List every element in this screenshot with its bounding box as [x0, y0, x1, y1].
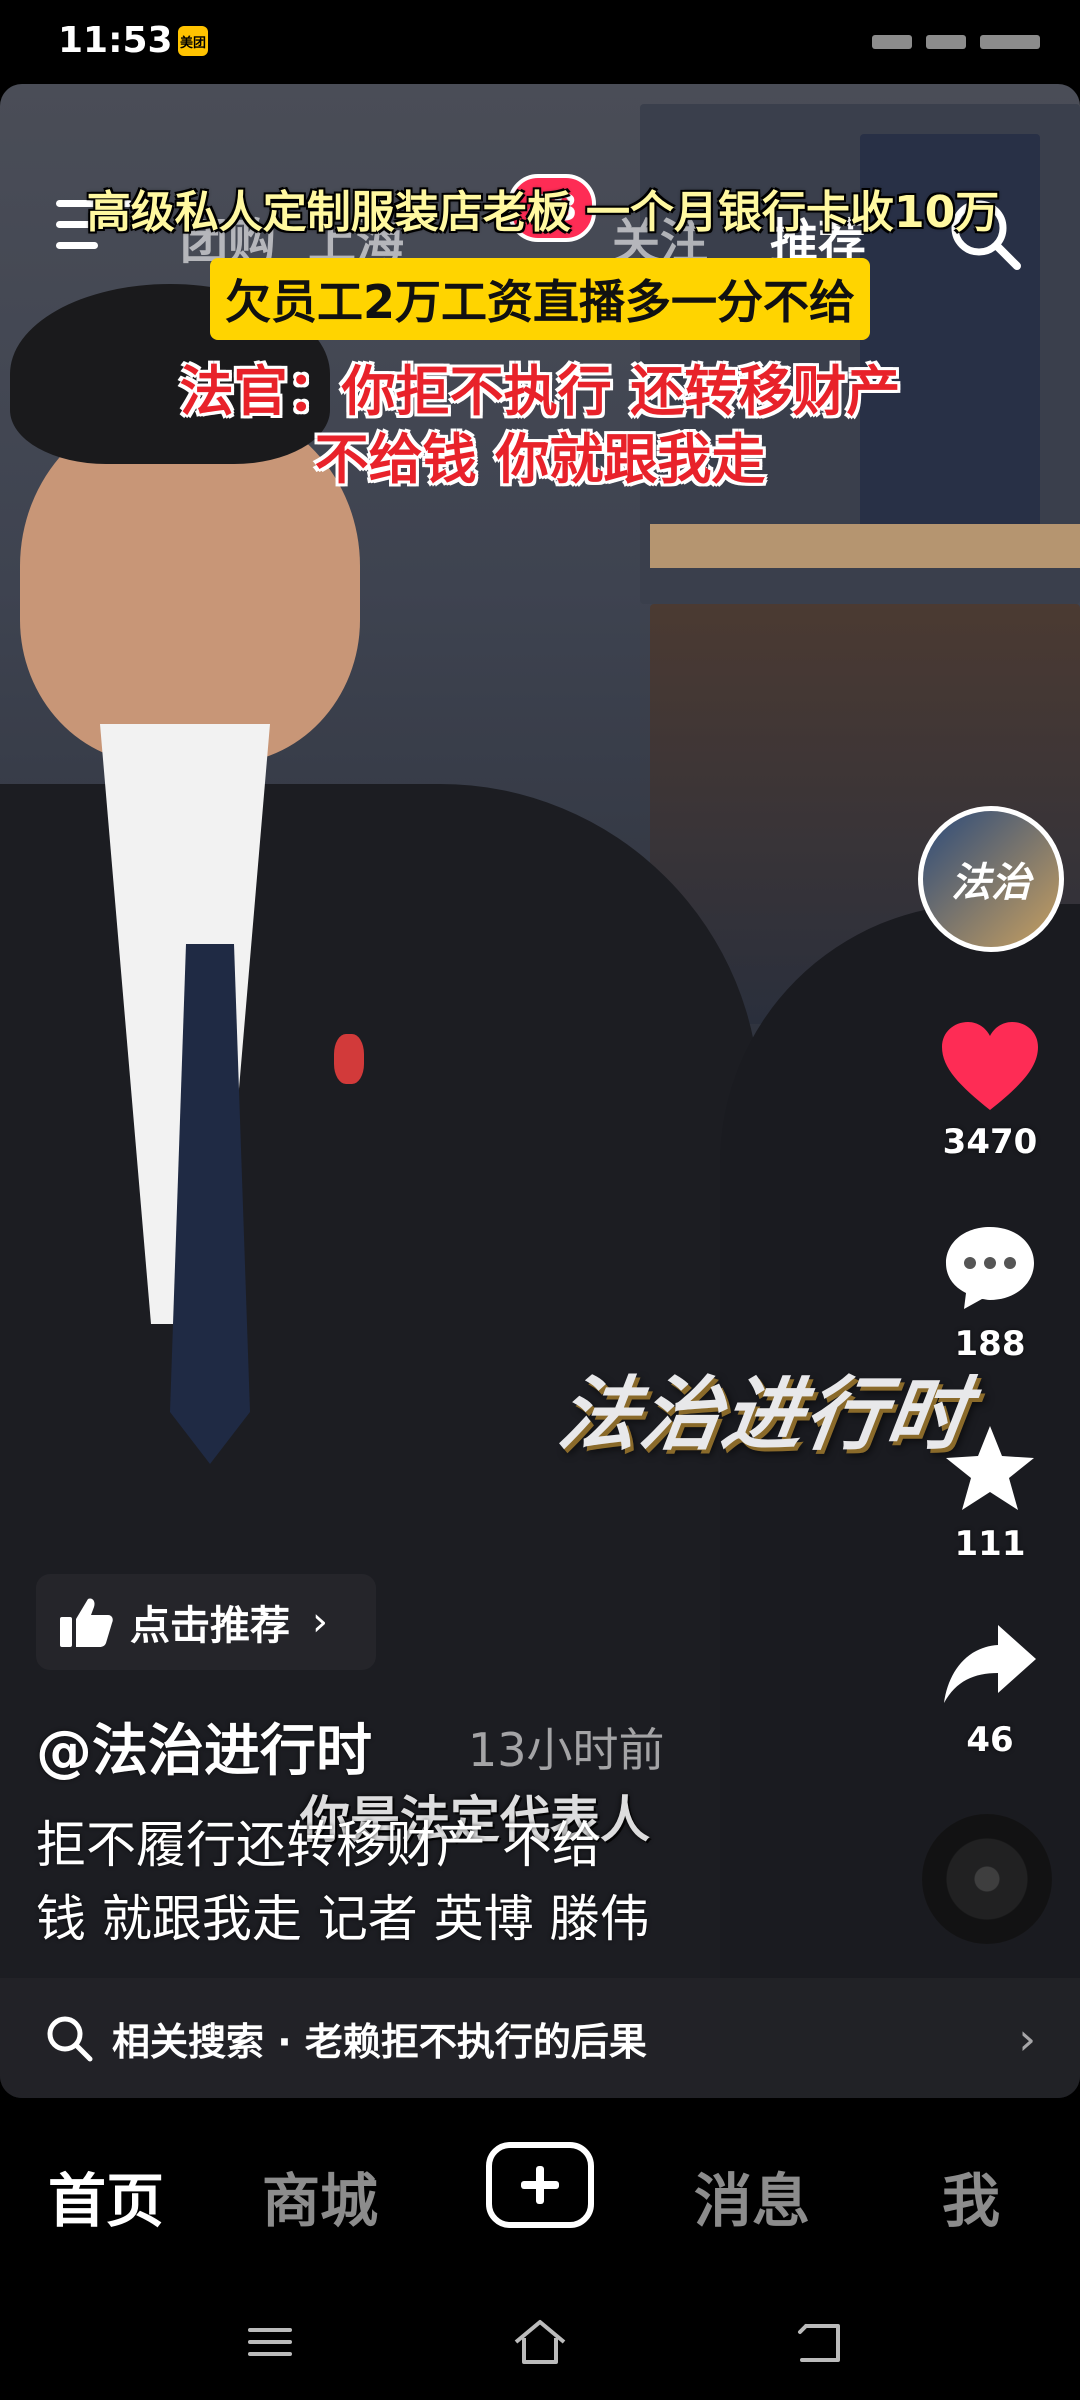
signal-icon	[872, 35, 912, 49]
related-search-label: 相关搜索 · 老赖拒不执行的后果	[112, 2019, 647, 2064]
video-caption-yellow: 欠员工2万工资直播多一分不给	[210, 258, 870, 340]
wifi-icon	[926, 35, 966, 49]
favorite-button[interactable]: 111	[930, 1418, 1050, 1564]
chevron-right-icon: ›	[312, 1599, 328, 1645]
share-button[interactable]: 46	[930, 1614, 1050, 1760]
post-description[interactable]: 拒不履行还转移财产 不给 钱 就跟我走 记者 英博 滕伟	[36, 1808, 816, 1956]
post-description-line1: 拒不履行还转移财产 不给	[36, 1816, 602, 1874]
party-badge	[334, 1034, 364, 1084]
comment-button[interactable]: 188	[930, 1218, 1050, 1364]
create-post-button[interactable]	[486, 2142, 594, 2228]
status-bar: 11:53 美团	[0, 0, 1080, 84]
video-caption-red: 法官：你拒不执行 还转移财产 不给钱 你就跟我走	[110, 358, 970, 494]
video-caption-title: 高级私人定制服装店老板 一个月银行卡收10万	[86, 187, 1000, 238]
app-notification-badge: 美团	[178, 26, 208, 56]
tab-me[interactable]: 我	[942, 2154, 1000, 2238]
bottom-navigation: 首页 商城 消息 我	[0, 2098, 1080, 2284]
video-caption-red-line1: 法官：你拒不执行 还转移财产	[179, 360, 901, 423]
search-icon	[47, 2016, 93, 2062]
home-icon[interactable]	[510, 2312, 570, 2372]
author-name[interactable]: @法治进行时	[36, 1706, 372, 1787]
music-disc-icon[interactable]	[922, 1814, 1052, 1944]
plus-icon	[521, 2166, 559, 2204]
status-time: 11:53	[58, 20, 173, 61]
chevron-right-icon: ›	[1018, 2014, 1036, 2065]
related-search-bar[interactable]: 相关搜索 · 老赖拒不执行的后果 ›	[0, 1978, 1080, 2098]
video-caption-red-line2: 不给钱 你就跟我走	[314, 428, 766, 491]
recommend-button[interactable]: 点击推荐 ›	[36, 1574, 376, 1670]
comment-count: 188	[954, 1324, 1026, 1364]
post-time: 13小时前	[468, 1723, 665, 1777]
tab-messages[interactable]: 消息	[694, 2154, 810, 2238]
back-icon[interactable]	[790, 2312, 850, 2372]
share-arrow-icon	[944, 1625, 1036, 1703]
status-indicators	[720, 30, 1040, 54]
post-description-line2: 钱 就跟我走 记者 英博 滕伟	[36, 1890, 650, 1948]
heart-icon	[942, 1022, 1038, 1110]
system-navigation-bar	[0, 2284, 1080, 2400]
background-shelf	[650, 524, 1080, 568]
comment-icon	[946, 1227, 1034, 1309]
channel-avatar[interactable]: 法治	[918, 806, 1064, 952]
star-icon	[946, 1426, 1034, 1510]
thumbs-up-icon	[60, 1598, 113, 1647]
share-count: 46	[966, 1720, 1014, 1760]
tab-home[interactable]: 首页	[48, 2154, 164, 2238]
like-count: 3470	[942, 1122, 1038, 1162]
tab-mall[interactable]: 商城	[262, 2154, 378, 2238]
video-watermark-logo: 法治进行时	[552, 1368, 976, 1461]
battery-icon	[980, 35, 1040, 49]
recent-apps-icon[interactable]	[240, 2312, 300, 2372]
recommend-label: 点击推荐	[130, 1603, 290, 1649]
like-button[interactable]: 3470	[930, 1016, 1050, 1162]
favorite-count: 111	[954, 1524, 1026, 1564]
